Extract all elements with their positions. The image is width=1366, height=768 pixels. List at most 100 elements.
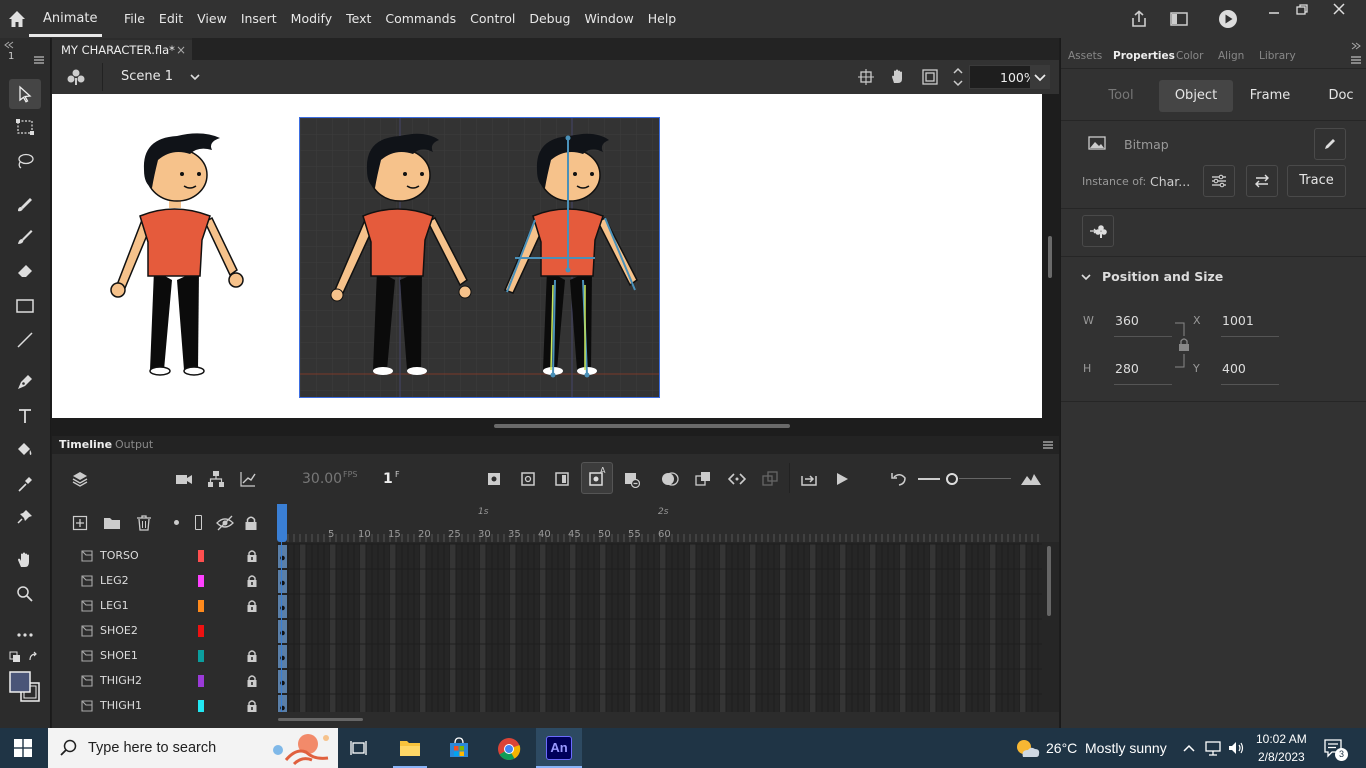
frame-grid[interactable]: 5 10 15 20 25 30 35 40 45 50 55 60 1s 2s bbox=[277, 504, 1059, 712]
restore-icon[interactable] bbox=[1294, 2, 1310, 18]
share-icon[interactable] bbox=[1129, 9, 1149, 29]
document-tab[interactable]: MY CHARACTER.fla* × bbox=[52, 38, 192, 60]
tab-library[interactable]: Library bbox=[1259, 50, 1296, 62]
tab-color[interactable]: Color bbox=[1176, 50, 1203, 62]
insert-blank-keyframe-icon[interactable] bbox=[521, 472, 535, 486]
line-tool[interactable] bbox=[9, 325, 41, 355]
edit-multiple-frames-icon[interactable] bbox=[695, 471, 711, 487]
free-transform-tool[interactable] bbox=[9, 112, 41, 142]
toolbar-menu-icon[interactable] bbox=[33, 55, 45, 65]
panel-menu-icon[interactable] bbox=[1350, 55, 1362, 65]
new-layer-icon[interactable] bbox=[72, 515, 88, 531]
clock-time[interactable]: 10:02 AM bbox=[1256, 732, 1307, 746]
swap-colors-icon[interactable] bbox=[28, 651, 40, 663]
segment-tool[interactable]: Tool bbox=[1085, 80, 1157, 112]
minimize-icon[interactable] bbox=[1266, 4, 1282, 20]
height-value[interactable]: 280 bbox=[1115, 361, 1139, 376]
collapse-icon[interactable] bbox=[3, 40, 15, 50]
scene-dropdown-icon[interactable] bbox=[189, 71, 201, 83]
text-tool[interactable] bbox=[9, 401, 41, 431]
outline-layers-icon[interactable] bbox=[195, 515, 202, 530]
new-folder-icon[interactable] bbox=[103, 515, 121, 531]
microsoft-store-icon[interactable] bbox=[448, 737, 470, 759]
zoom-tool[interactable] bbox=[9, 579, 41, 609]
menu-edit[interactable]: Edit bbox=[152, 11, 190, 26]
stroke-fill-swatch[interactable] bbox=[9, 671, 43, 703]
layer-color-swatch[interactable] bbox=[198, 575, 204, 587]
brush-tool[interactable] bbox=[9, 222, 41, 252]
panel-collapse-icon[interactable] bbox=[1350, 41, 1362, 51]
go-to-first-frame-icon[interactable] bbox=[800, 470, 818, 488]
playhead[interactable] bbox=[277, 504, 287, 542]
layer-row[interactable]: SHOE1 bbox=[52, 644, 277, 669]
show-hidden-icons-chevron[interactable] bbox=[1182, 742, 1196, 754]
loop-playback-icon[interactable] bbox=[728, 471, 746, 487]
menu-modify[interactable]: Modify bbox=[284, 11, 339, 26]
volume-icon[interactable] bbox=[1227, 739, 1245, 757]
camera-icon[interactable] bbox=[175, 471, 193, 487]
lock-icon[interactable] bbox=[246, 574, 258, 588]
more-tools-icon[interactable] bbox=[9, 620, 41, 650]
character-drawing[interactable] bbox=[102, 130, 252, 380]
stage-horizontal-scrollbar[interactable] bbox=[494, 424, 790, 428]
chrome-icon[interactable] bbox=[497, 737, 521, 761]
current-frame[interactable]: 1 bbox=[383, 471, 393, 487]
animate-taskbar-button[interactable]: An bbox=[536, 728, 582, 768]
sync-icon[interactable] bbox=[762, 471, 778, 487]
menu-help[interactable]: Help bbox=[641, 11, 684, 26]
width-value[interactable]: 360 bbox=[1115, 313, 1139, 328]
timeline-zoom-slider[interactable] bbox=[946, 473, 958, 485]
weather-desc[interactable]: Mostly sunny bbox=[1085, 740, 1167, 756]
scene-name[interactable]: Scene 1 bbox=[121, 69, 173, 84]
layer-row[interactable]: THIGH1 bbox=[52, 694, 277, 712]
menu-text[interactable]: Text bbox=[339, 11, 378, 26]
paint-brush-tool[interactable] bbox=[9, 189, 41, 219]
bitmap-properties-button[interactable] bbox=[1203, 165, 1235, 197]
layer-color-swatch[interactable] bbox=[198, 600, 204, 612]
menu-commands[interactable]: Commands bbox=[378, 11, 463, 26]
edit-symbols-icon[interactable] bbox=[66, 68, 86, 86]
hand-tool[interactable] bbox=[9, 545, 41, 575]
clock-date[interactable]: 2/8/2023 bbox=[1258, 750, 1305, 764]
y-value[interactable]: 400 bbox=[1222, 361, 1246, 376]
eraser-tool[interactable] bbox=[9, 256, 41, 286]
fps-value[interactable]: 30.00 bbox=[302, 471, 342, 487]
workspace-icon[interactable] bbox=[1169, 10, 1189, 28]
layer-color-swatch[interactable] bbox=[198, 675, 204, 687]
fit-frames-icon[interactable] bbox=[1020, 471, 1042, 487]
menu-insert[interactable]: Insert bbox=[234, 11, 284, 26]
clip-content-icon[interactable] bbox=[921, 68, 939, 86]
default-colors-icon[interactable] bbox=[9, 651, 21, 663]
x-value[interactable]: 1001 bbox=[1222, 313, 1254, 328]
taskbar-search-box[interactable]: Type here to search bbox=[48, 728, 338, 768]
layer-row[interactable]: THIGH2 bbox=[52, 669, 277, 694]
center-stage-icon[interactable] bbox=[858, 69, 874, 85]
lock-layers-icon[interactable] bbox=[244, 515, 258, 531]
menu-view[interactable]: View bbox=[190, 11, 234, 26]
segment-object[interactable]: Object bbox=[1159, 80, 1233, 112]
menu-file[interactable]: File bbox=[117, 11, 152, 26]
timeline-horizontal-scrollbar[interactable] bbox=[278, 718, 363, 721]
play-icon[interactable] bbox=[834, 471, 850, 487]
paint-bucket-tool[interactable] bbox=[9, 435, 41, 465]
lock-icon[interactable] bbox=[246, 699, 258, 712]
tab-timeline[interactable]: Timeline bbox=[59, 438, 112, 451]
segment-doc[interactable]: Doc bbox=[1307, 80, 1366, 112]
home-icon[interactable] bbox=[7, 9, 27, 29]
section-collapse-icon[interactable] bbox=[1080, 271, 1092, 283]
lasso-tool[interactable] bbox=[9, 146, 41, 176]
lock-icon[interactable] bbox=[246, 549, 258, 563]
close-window-icon[interactable] bbox=[1331, 1, 1347, 17]
tab-assets[interactable]: Assets bbox=[1068, 50, 1102, 62]
task-view-icon[interactable] bbox=[350, 739, 370, 757]
auto-keyframe-toggle[interactable]: A bbox=[581, 462, 613, 494]
stage-canvas[interactable] bbox=[52, 94, 1042, 418]
stage-vertical-scrollbar[interactable] bbox=[1048, 236, 1052, 278]
selected-bitmap-instance[interactable] bbox=[299, 117, 660, 398]
layer-row[interactable]: TORSO bbox=[52, 544, 277, 569]
undo-zoom-icon[interactable] bbox=[890, 470, 908, 488]
tab-properties[interactable]: Properties bbox=[1113, 50, 1175, 62]
tab-output[interactable]: Output bbox=[115, 438, 153, 451]
menu-control[interactable]: Control bbox=[463, 11, 522, 26]
rectangle-tool[interactable] bbox=[9, 291, 41, 321]
